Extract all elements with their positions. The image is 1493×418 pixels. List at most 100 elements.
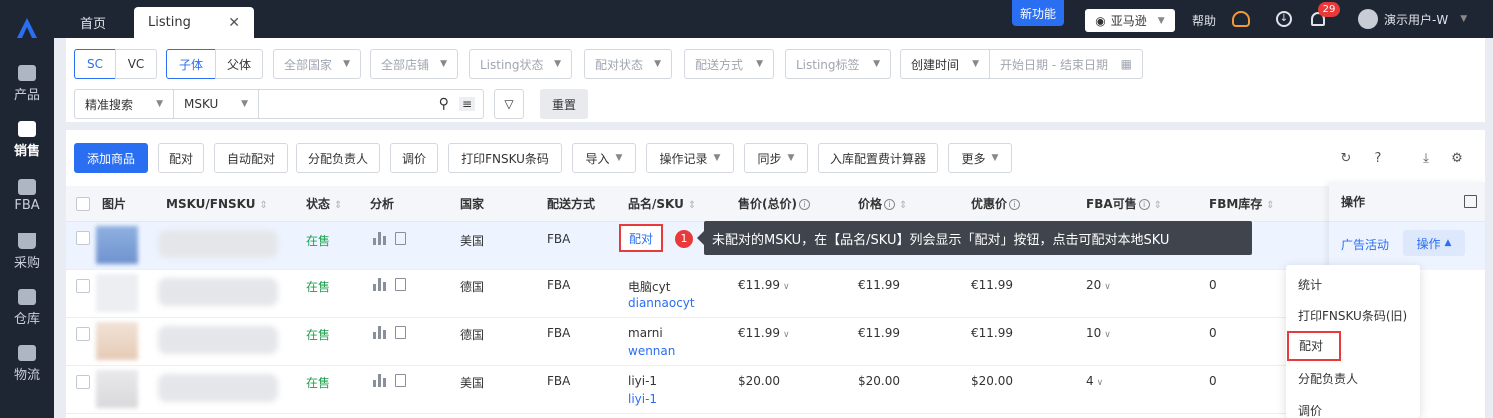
header-status[interactable]: 状态 ⇕ <box>306 186 342 222</box>
operation-button[interactable]: 操作 ▲ <box>1403 230 1465 256</box>
export-icon[interactable]: ⤓ <box>1419 152 1433 166</box>
header-msku[interactable]: MSKU/FNSKU ⇕ <box>166 186 268 222</box>
auto-pair-button[interactable]: 自动配对 <box>214 143 288 173</box>
listing-status-select[interactable]: Listing状态 ▼ <box>469 49 572 79</box>
ship-method-select[interactable]: 配送方式 ▼ <box>684 49 774 79</box>
row-checkbox[interactable] <box>76 231 90 245</box>
fba-stock-cell[interactable]: 20 ∨ <box>1086 278 1111 292</box>
table-row[interactable]: 在售 德国 FBA 电脑cyt diannaocyt €11.99 ∨ €11.9… <box>66 270 1485 318</box>
sku-link[interactable]: wennan <box>628 344 675 358</box>
sidebar-item-warehouse[interactable]: 仓库 <box>0 280 54 336</box>
product-name: 电脑cyt <box>628 280 671 294</box>
fba-stock-cell[interactable]: 4 ∨ <box>1086 374 1103 388</box>
sidebar-item-sales[interactable]: 销售 <box>0 112 54 168</box>
row-pair-button[interactable]: 配对 <box>619 224 663 252</box>
menu-item-print-fnsku-old[interactable]: 打印FNSKU条码(旧) <box>1298 307 1407 324</box>
store-select[interactable]: 全部店铺 ▼ <box>370 49 458 79</box>
search-input[interactable]: ⚲ ≡ <box>258 89 484 119</box>
user-menu[interactable]: 演示用户-W ▼ <box>1358 9 1467 29</box>
marketplace-select[interactable]: ◉ 亚马逊 ▼ <box>1085 9 1175 32</box>
product-thumbnail <box>96 274 138 312</box>
menu-item-reprice[interactable]: 调价 <box>1298 402 1322 418</box>
pair-status-select[interactable]: 配对状态 ▼ <box>584 49 672 79</box>
header-fba-stock[interactable]: FBA可售 i ⇕ <box>1086 186 1162 222</box>
sidebar-item-fba[interactable]: FBA <box>0 168 54 224</box>
close-icon[interactable]: ✕ <box>228 15 240 31</box>
child-toggle[interactable]: 子体 <box>166 49 216 79</box>
sync-dropdown[interactable]: 同步 ▼ <box>744 143 808 173</box>
row-checkbox[interactable] <box>76 327 90 341</box>
refresh-icon[interactable]: ↻ <box>1339 152 1353 166</box>
sidebar-item-logistics[interactable]: 物流 <box>0 336 54 392</box>
sale-price-cell[interactable]: €11.99 ∨ <box>738 278 790 292</box>
guide-tooltip: 未配对的MSKU，在【品名/SKU】列会显示「配对」按钮，点击可配对本地SKU <box>697 221 1252 255</box>
chevron-down-icon: ▼ <box>991 153 999 163</box>
tab-home[interactable]: 首页 <box>66 7 120 38</box>
help-link[interactable]: 帮助 <box>1192 12 1216 29</box>
sc-toggle[interactable]: SC <box>74 49 116 79</box>
document-icon[interactable] <box>395 232 406 245</box>
listing-tag-select[interactable]: Listing标签 ▼ <box>785 49 891 79</box>
fee-calculator-button[interactable]: 入库配置费计算器 <box>818 143 938 173</box>
header-discount[interactable]: 优惠价 i <box>971 186 1021 222</box>
settings-icon[interactable]: ⚙ <box>1450 152 1464 166</box>
multi-line-icon[interactable]: ≡ <box>458 97 475 111</box>
msku-blurred <box>158 230 278 258</box>
country-cell: 美国 <box>460 234 485 248</box>
menu-item-stats[interactable]: 统计 <box>1298 276 1322 293</box>
filter-icon[interactable]: ▽ <box>494 89 524 119</box>
table-row[interactable]: 在售 德国 FBA marni wennan €11.99 ∨ €11.99 €1… <box>66 318 1485 366</box>
assign-owner-button[interactable]: 分配负责人 <box>296 143 380 173</box>
document-icon[interactable] <box>395 326 406 339</box>
header-price[interactable]: 价格 i ⇕ <box>858 186 907 222</box>
bar-chart-icon[interactable] <box>373 374 387 387</box>
new-feature-button[interactable]: 新功能 <box>1012 0 1064 26</box>
country-select[interactable]: 全部国家 ▼ <box>273 49 361 79</box>
print-fnsku-button[interactable]: 打印FNSKU条码 <box>448 143 562 173</box>
sidebar-item-product[interactable]: 产品 <box>0 56 54 112</box>
tab-listing[interactable]: Listing ✕ <box>134 7 254 38</box>
search-mode-select[interactable]: 精准搜索 ▼ <box>74 89 174 119</box>
bar-chart-icon[interactable] <box>373 326 387 339</box>
search-field-select[interactable]: MSKU ▼ <box>173 89 259 119</box>
import-dropdown[interactable]: 导入 ▼ <box>572 143 636 173</box>
header-sale-price[interactable]: 售价(总价) i <box>738 186 810 222</box>
help-circle-icon[interactable]: ? <box>1371 152 1385 166</box>
customer-service-icon[interactable] <box>1232 11 1250 27</box>
row-checkbox[interactable] <box>76 279 90 293</box>
expand-icon[interactable] <box>1464 195 1477 208</box>
listing-status-label: Listing状态 <box>480 57 544 72</box>
header-label: 操作 <box>1341 195 1366 209</box>
oplog-dropdown[interactable]: 操作记录 ▼ <box>646 143 734 173</box>
search-icon[interactable]: ⚲ <box>439 96 449 112</box>
sku-link[interactable]: diannaocyt <box>628 296 695 310</box>
pair-button[interactable]: 配对 <box>158 143 204 173</box>
row-checkbox[interactable] <box>76 375 90 389</box>
reprice-button[interactable]: 调价 <box>390 143 438 173</box>
header-name-sku[interactable]: 品名/SKU ⇕ <box>628 186 696 222</box>
menu-item-assign-owner[interactable]: 分配负责人 <box>1298 370 1358 387</box>
date-range-picker[interactable]: 开始日期 - 结束日期 ▦ <box>989 49 1143 79</box>
vc-toggle[interactable]: VC <box>115 49 157 79</box>
ad-campaign-link[interactable]: 广告活动 <box>1341 236 1389 253</box>
bar-chart-icon[interactable] <box>373 278 387 291</box>
sidebar-item-purchase[interactable]: 采购 <box>0 224 54 280</box>
fba-stock-cell[interactable]: 10 ∨ <box>1086 326 1111 340</box>
bar-chart-icon[interactable] <box>373 232 387 245</box>
document-icon[interactable] <box>395 278 406 291</box>
sku-link[interactable]: liyi-1 <box>628 392 657 406</box>
menu-item-pair[interactable]: 配对 <box>1287 331 1341 361</box>
header-fbm-stock[interactable]: FBM库存 ⇕ <box>1209 186 1275 222</box>
table-row[interactable]: 在售 美国 FBA liyi-1 liyi-1 $20.00 $20.00 $2… <box>66 366 1485 414</box>
download-icon[interactable]: ↓ <box>1276 11 1292 27</box>
reset-button[interactable]: 重置 <box>540 89 588 119</box>
add-product-button[interactable]: 添加商品 <box>74 143 148 173</box>
select-all-checkbox[interactable] <box>76 197 90 211</box>
parent-toggle[interactable]: 父体 <box>215 49 263 79</box>
sale-price-cell[interactable]: €11.99 ∨ <box>738 326 790 340</box>
app-logo[interactable] <box>0 0 54 56</box>
header-country: 国家 <box>460 197 485 211</box>
document-icon[interactable] <box>395 374 406 387</box>
more-dropdown[interactable]: 更多 ▼ <box>948 143 1012 173</box>
created-time-select[interactable]: 创建时间 ▼ <box>900 49 990 79</box>
